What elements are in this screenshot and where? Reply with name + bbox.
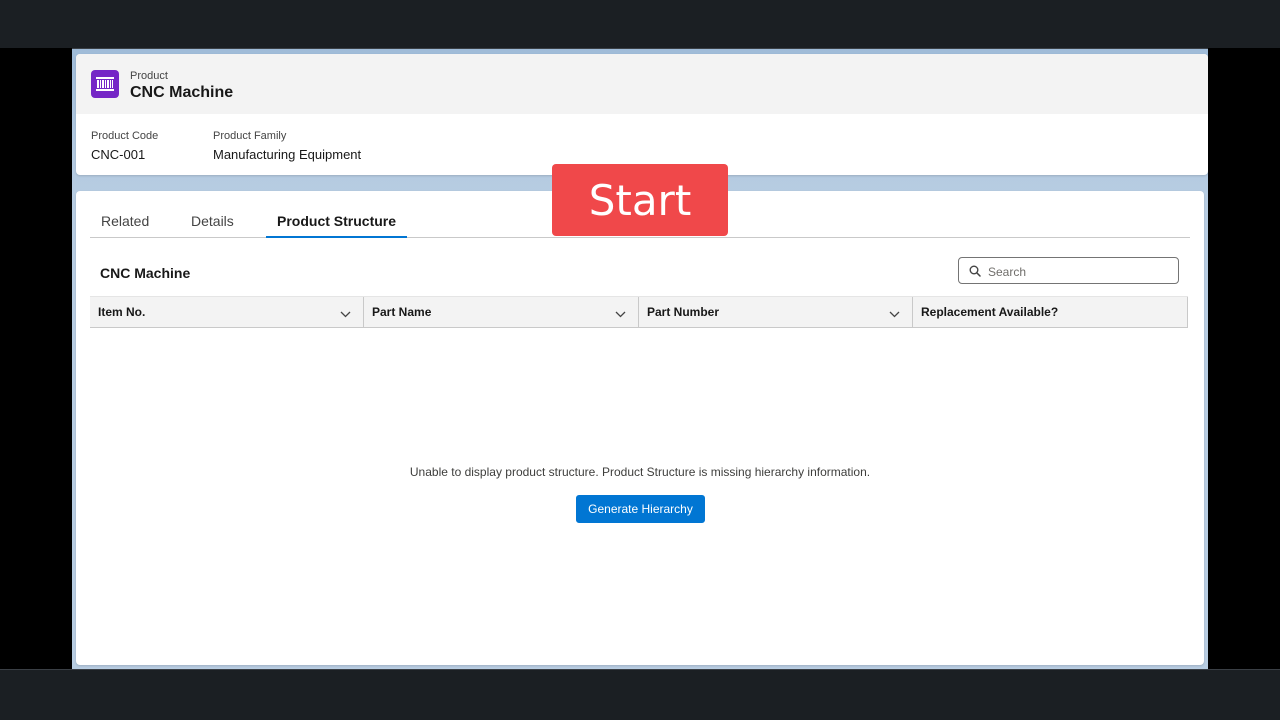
column-label: Replacement Available? [921,305,1059,319]
field-label: Product Family [213,130,287,142]
column-header-part-number[interactable]: Part Number [639,297,912,327]
product-code-field: Product Code CNC-001 [91,130,158,162]
tree-grid-header: Item No. Part Name Part Number Replaceme… [90,296,1188,328]
column-label: Part Name [372,305,432,319]
field-label: Product Code [91,130,159,142]
start-overlay-badge: Start [552,164,728,236]
tab-product-structure[interactable]: Product Structure [265,213,408,238]
field-value: Manufacturing Equipment [213,147,362,162]
record-page: Product CNC Machine Product Code CNC-001… [72,49,1208,669]
object-type-label: Product [130,70,168,82]
tab-related[interactable]: Related [101,213,149,237]
column-label: Item No. [98,305,146,319]
record-header: Product CNC Machine [76,54,1208,114]
tabset-card: Related Details Product Structure CNC Ma… [76,191,1204,665]
chevron-down-icon[interactable] [615,307,626,321]
record-highlights-panel: Product CNC Machine Product Code CNC-001… [76,54,1208,175]
left-letterbox [0,48,72,670]
chevron-down-icon[interactable] [340,307,351,321]
search-input[interactable] [986,261,1170,282]
column-header-replacement-available[interactable]: Replacement Available? [913,297,1188,327]
tab-details[interactable]: Details [191,213,234,237]
generate-hierarchy-button[interactable]: Generate Hierarchy [576,495,705,523]
structure-title: CNC Machine [100,265,191,281]
product-barcode-icon [91,70,119,98]
column-divider [1187,297,1188,327]
search-icon [969,264,981,282]
chevron-down-icon[interactable] [889,307,900,321]
right-letterbox [1208,48,1280,670]
column-label: Part Number [647,305,720,319]
search-field[interactable] [958,257,1179,284]
record-title: CNC Machine [130,84,234,101]
column-header-part-name[interactable]: Part Name [364,297,638,327]
field-value: CNC-001 [91,147,146,162]
empty-state-message: Unable to display product structure. Pro… [409,465,871,479]
bottom-divider [0,669,1280,670]
product-family-field: Product Family Manufacturing Equipment [213,130,361,162]
column-header-item-no[interactable]: Item No. [90,297,363,327]
